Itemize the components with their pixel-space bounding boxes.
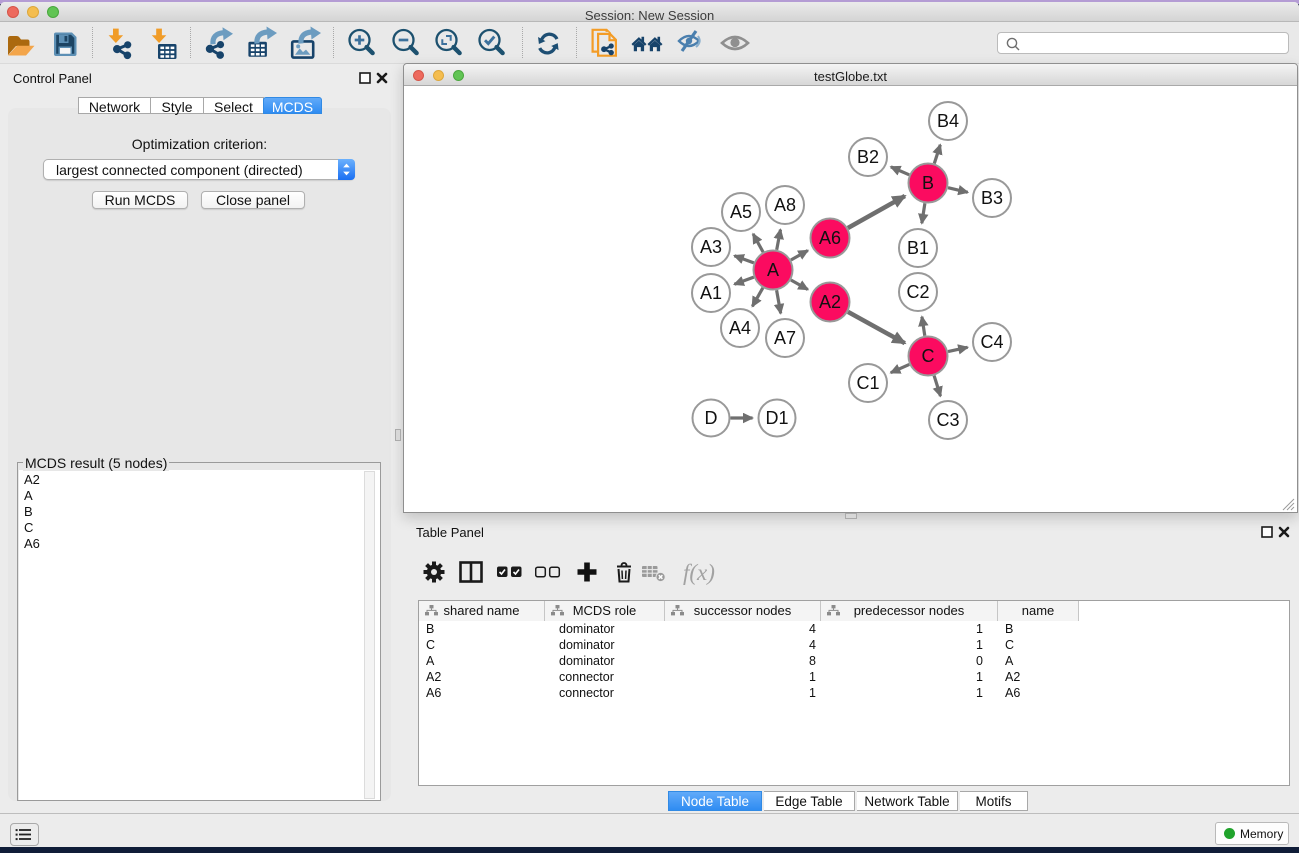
svg-text:C2: C2 (906, 282, 929, 302)
svg-text:C: C (922, 346, 935, 366)
svg-text:B4: B4 (937, 111, 959, 131)
svg-text:C3: C3 (936, 410, 959, 430)
svg-text:D: D (705, 408, 718, 428)
svg-text:A1: A1 (700, 283, 722, 303)
svg-text:B3: B3 (981, 188, 1003, 208)
svg-text:B2: B2 (857, 147, 879, 167)
svg-text:B: B (922, 173, 934, 193)
svg-text:A8: A8 (774, 195, 796, 215)
svg-text:A6: A6 (819, 228, 841, 248)
svg-text:B1: B1 (907, 238, 929, 258)
svg-text:A5: A5 (730, 202, 752, 222)
svg-text:C1: C1 (856, 373, 879, 393)
svg-text:A: A (767, 260, 779, 280)
svg-text:A4: A4 (729, 318, 751, 338)
svg-text:D1: D1 (765, 408, 788, 428)
svg-text:A2: A2 (819, 292, 841, 312)
svg-text:A7: A7 (774, 328, 796, 348)
svg-text:A3: A3 (700, 237, 722, 257)
svg-text:C4: C4 (980, 332, 1003, 352)
